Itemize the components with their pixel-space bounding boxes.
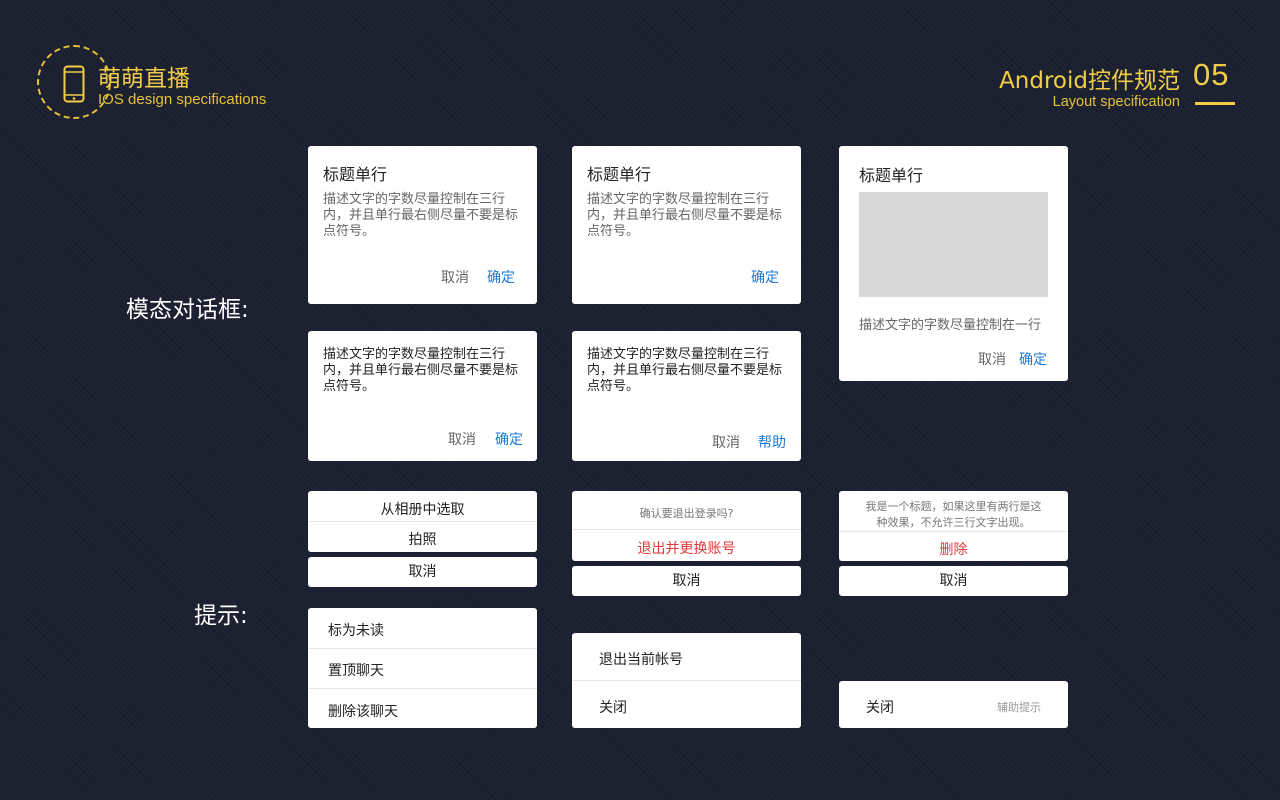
page-number-underline — [1195, 102, 1235, 105]
menu-item-delete-chat[interactable]: 删除该聊天 — [328, 701, 398, 721]
sheet-message-line-1: 我是一个标题，如果这里有两行是这 — [865, 500, 1042, 513]
context-menu-account: 退出当前帐号 关闭 — [572, 633, 801, 728]
dialog-description: 描述文字的字数尽量控制在三行内，并且单行最右侧尽量不要是标点符号。 — [587, 347, 783, 394]
dialog-title: 标题单行 — [587, 165, 652, 184]
divider — [572, 529, 801, 530]
image-placeholder — [859, 192, 1048, 297]
dialog-title-desc-two-buttons: 标题单行 描述文字的字数尽量控制在三行内，并且单行最右侧尽量不要是标点符号。 取… — [308, 146, 537, 304]
sheet-cancel-button[interactable]: 取消 — [839, 566, 1068, 596]
divider — [308, 521, 537, 522]
dialog-desc-help: 描述文字的字数尽量控制在三行内，并且单行最右侧尽量不要是标点符号。 取消 帮助 — [572, 331, 801, 461]
menu-item-mark-unread[interactable]: 标为未读 — [328, 620, 384, 640]
sheet-message: 确认要退出登录吗? — [639, 507, 734, 520]
logout-switch-button[interactable]: 退出并更换账号 — [572, 538, 801, 558]
sheet-cancel-button[interactable]: 取消 — [308, 557, 537, 587]
sheet-item-camera[interactable]: 拍照 — [308, 529, 537, 549]
dialog-description: 描述文字的字数尽量控制在三行内，并且单行最右侧尽量不要是标点符号。 — [587, 192, 783, 239]
context-menu-chat: 标为未读 置顶聊天 删除该聊天 — [308, 608, 537, 728]
menu-item-close[interactable]: 关闭 — [599, 697, 627, 717]
dialog-title-desc-one-button: 标题单行 描述文字的字数尽量控制在三行内，并且单行最右侧尽量不要是标点符号。 确… — [572, 146, 801, 304]
app-subtitle: IOS design specifications — [98, 91, 267, 108]
dialog-title: 标题单行 — [859, 166, 924, 185]
confirm-button[interactable]: 确定 — [487, 267, 515, 287]
sheet-cancel-button[interactable]: 取消 — [572, 566, 801, 596]
dialog-with-image: 标题单行 描述文字的字数尽量控制在一行 取消 确定 — [839, 146, 1068, 381]
menu-item-close[interactable]: 关闭 — [866, 697, 894, 717]
spec-subtitle: Layout specification — [1052, 94, 1180, 110]
action-sheet-logout: 确认要退出登录吗? 退出并更换账号 — [572, 491, 801, 561]
app-title: 萌萌直播 — [98, 66, 190, 92]
action-sheet-delete: 我是一个标题，如果这里有两行是这 种效果，不允许三行文字出现。 删除 — [839, 491, 1068, 561]
spec-title: Android控件规范 — [999, 68, 1180, 94]
cancel-button[interactable]: 取消 — [712, 432, 740, 452]
help-button[interactable]: 帮助 — [758, 432, 786, 452]
section-label-modal: 模态对话框: — [126, 297, 249, 323]
phone-icon — [63, 65, 85, 103]
delete-button[interactable]: 删除 — [839, 539, 1068, 559]
dialog-description: 描述文字的字数尽量控制在一行 — [859, 318, 1042, 333]
divider — [308, 688, 537, 689]
dialog-description: 描述文字的字数尽量控制在三行内，并且单行最右侧尽量不要是标点符号。 — [323, 347, 519, 394]
dialog-description: 描述文字的字数尽量控制在三行内，并且单行最右侧尽量不要是标点符号。 — [323, 192, 519, 239]
menu-item-hint: 辅助提示 — [997, 701, 1041, 714]
action-sheet-options: 从相册中选取 拍照 — [308, 491, 537, 552]
page-number: 05 — [1193, 57, 1230, 92]
menu-item-pin-chat[interactable]: 置顶聊天 — [328, 660, 384, 680]
confirm-button[interactable]: 确定 — [1019, 349, 1047, 369]
cancel-button[interactable]: 取消 — [441, 267, 469, 287]
confirm-button[interactable]: 确定 — [495, 429, 523, 449]
divider — [572, 680, 801, 681]
section-label-hint: 提示: — [194, 603, 248, 629]
sheet-message-line-2: 种效果，不允许三行文字出现。 — [876, 516, 1031, 529]
dialog-desc-two-buttons: 描述文字的字数尽量控制在三行内，并且单行最右侧尽量不要是标点符号。 取消 确定 — [308, 331, 537, 461]
cancel-button[interactable]: 取消 — [448, 429, 476, 449]
dialog-title: 标题单行 — [323, 165, 388, 184]
sheet-item-album[interactable]: 从相册中选取 — [308, 499, 537, 519]
menu-item-logout[interactable]: 退出当前帐号 — [599, 649, 683, 669]
menu-with-hint: 关闭 辅助提示 — [839, 681, 1068, 728]
divider — [839, 531, 1068, 532]
confirm-button[interactable]: 确定 — [751, 267, 779, 287]
divider — [308, 648, 537, 649]
cancel-button[interactable]: 取消 — [978, 349, 1006, 369]
